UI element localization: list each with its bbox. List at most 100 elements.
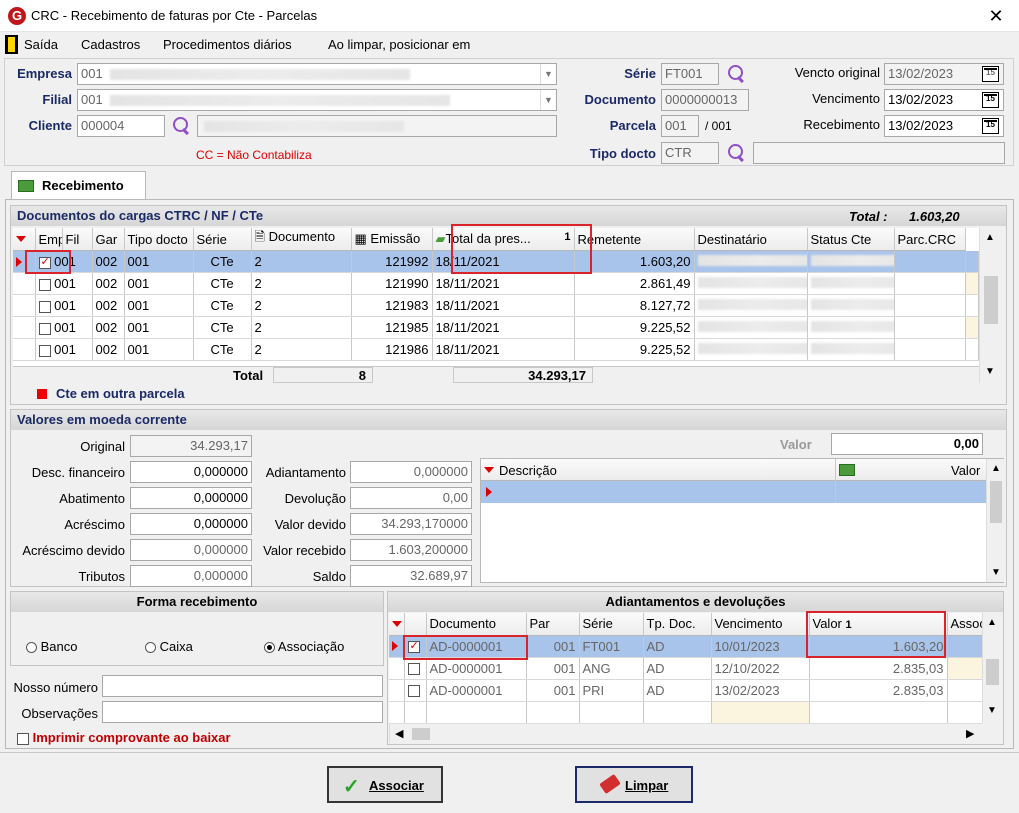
documento-input[interactable]: 0000000013 [661, 89, 749, 111]
calendar-icon[interactable]: 15 [982, 118, 999, 134]
cell-par: 001 [526, 657, 580, 680]
cell-parc [965, 338, 979, 361]
search-icon[interactable] [170, 115, 192, 137]
col-gar[interactable]: Gar [92, 228, 125, 251]
row-check-cell[interactable]: 001 [35, 294, 93, 317]
empresa-select[interactable]: 001 ▼ [77, 63, 557, 85]
menu-cadastros[interactable]: Cadastros [81, 37, 140, 52]
descricao-selected-row[interactable] [481, 481, 986, 503]
col-documento[interactable]: Documento [426, 613, 527, 636]
vencto-original-input[interactable]: 13/02/2023 15 [884, 63, 1004, 85]
docs-scrollbar[interactable]: ▲ ▼ [979, 228, 1001, 383]
docs-total-label: Total : [849, 209, 888, 224]
valor-input[interactable]: 0,00 [831, 433, 983, 455]
col-serie[interactable]: Série [193, 228, 252, 251]
row-checkbox[interactable] [407, 663, 420, 676]
row-check-cell[interactable]: 001 [35, 316, 93, 339]
col-emissao[interactable]: ▦ Emissão [351, 228, 433, 251]
row-checkbox[interactable] [407, 685, 420, 698]
money-icon [18, 180, 34, 192]
menu-saida[interactable]: Saída [24, 37, 58, 52]
row-check-cell[interactable] [404, 679, 427, 702]
radio-caixa[interactable]: Caixa [145, 639, 193, 654]
tab-recebimento[interactable]: Recebimento [11, 171, 146, 200]
chevron-down-icon[interactable]: ▼ [985, 366, 995, 377]
limpar-button[interactable]: Limpar [575, 766, 693, 803]
cliente-input[interactable]: 000004 [77, 115, 165, 137]
radio-associacao[interactable]: Associação [264, 639, 344, 654]
col-valor[interactable]: Valor [951, 463, 980, 478]
row-checkbox[interactable] [38, 278, 51, 291]
nosso-numero-input[interactable] [102, 675, 383, 697]
adiant-vscrollbar[interactable]: ▲ ▼ [982, 613, 1002, 723]
row-check-cell[interactable] [404, 657, 427, 680]
scroll-thumb[interactable] [412, 728, 430, 740]
search-icon[interactable] [725, 142, 747, 164]
chevron-left-icon[interactable]: ◀ [395, 727, 403, 740]
col-descricao[interactable]: Descrição [499, 463, 557, 478]
desc-input[interactable]: 0,000000 [130, 461, 252, 483]
table-row[interactable]: AD-0000001 001 ANG AD 12/10/2022 2.835,0… [389, 657, 982, 680]
col-remetente[interactable]: Remetente [574, 228, 695, 251]
recebimento-input[interactable]: 13/02/2023 15 [884, 115, 1004, 137]
table-row[interactable]: 001 002 001 CTe 2 121986 18/11/2021 9.22… [13, 338, 979, 361]
col-vencimento[interactable]: Vencimento [711, 613, 810, 636]
col-par[interactable]: Par [526, 613, 580, 636]
radio-circle[interactable] [264, 642, 275, 654]
filial-select[interactable]: 001 ▼ [77, 89, 557, 111]
radio-circle[interactable] [145, 642, 156, 654]
row-checkbox[interactable] [38, 300, 51, 313]
chevron-up-icon[interactable]: ▲ [991, 463, 1001, 474]
table-row[interactable]: 001 002 001 CTe 2 121985 18/11/2021 9.22… [13, 316, 979, 339]
search-icon[interactable] [725, 63, 747, 85]
menu-procedimentos[interactable]: Procedimentos diários [163, 37, 292, 52]
chevron-up-icon[interactable]: ▲ [985, 232, 995, 243]
table-row[interactable]: 001 002 001 CTe 2 121990 18/11/2021 2.86… [13, 272, 979, 295]
parcela-input[interactable]: 001 [661, 115, 699, 137]
chevron-down-icon[interactable]: ▼ [540, 64, 556, 84]
checkbox-box[interactable] [17, 732, 29, 745]
cell-status [894, 250, 966, 273]
abat-input[interactable]: 0,000000 [130, 487, 252, 509]
cell-valor: 2.835,03 [809, 679, 948, 702]
col-parc-crc[interactable]: Parc.CRC [894, 228, 966, 251]
menu-ao-limpar[interactable]: Ao limpar, posicionar em [328, 37, 470, 52]
descricao-scrollbar[interactable]: ▲ ▼ [986, 459, 1004, 582]
radio-banco[interactable]: Banco [26, 639, 78, 654]
col-serie[interactable]: Série [579, 613, 644, 636]
calendar-icon[interactable]: 15 [982, 92, 999, 108]
imprimir-checkbox[interactable]: Imprimir comprovante ao baixar [17, 730, 231, 745]
scroll-thumb[interactable] [990, 481, 1002, 523]
tipo-docto-input[interactable]: CTR [661, 142, 719, 164]
col-documento[interactable]: 🗎 Documento [251, 228, 352, 251]
chevron-up-icon[interactable]: ▲ [987, 617, 997, 628]
acresc-input[interactable]: 0,000000 [130, 513, 252, 535]
scroll-thumb[interactable] [986, 659, 999, 685]
radio-circle[interactable] [26, 642, 37, 654]
observacoes-input[interactable] [102, 701, 383, 723]
adiant-hscrollbar[interactable]: ◀ ▶ [389, 723, 982, 743]
col-emp[interactable]: Emp [35, 228, 63, 251]
scroll-thumb[interactable] [984, 276, 998, 324]
chevron-right-icon[interactable]: ▶ [966, 727, 974, 740]
vencimento-input[interactable]: 13/02/2023 15 [884, 89, 1004, 111]
col-status-cte[interactable]: Status Cte [807, 228, 895, 251]
chevron-down-icon[interactable]: ▼ [540, 90, 556, 110]
table-row[interactable]: 001 002 001 CTe 2 121983 18/11/2021 8.12… [13, 294, 979, 317]
col-fil[interactable]: Fil [62, 228, 93, 251]
row-checkbox[interactable] [38, 344, 51, 357]
col-tp-doc[interactable]: Tp. Doc. [643, 613, 712, 636]
associar-button[interactable]: ✓ Associar [327, 766, 443, 803]
col-assoc[interactable]: Assoc [947, 613, 982, 636]
close-button[interactable]: ✕ [984, 4, 1008, 28]
row-check-cell[interactable]: 001 [35, 338, 93, 361]
col-tipo-docto[interactable]: Tipo docto [124, 228, 194, 251]
chevron-down-icon[interactable]: ▼ [991, 567, 1001, 578]
col-destinatario[interactable]: Destinatário [694, 228, 808, 251]
table-row[interactable]: AD-0000001 001 PRI AD 13/02/2023 2.835,0… [389, 679, 982, 702]
row-check-cell[interactable]: 001 [35, 272, 93, 295]
calendar-icon[interactable]: 15 [982, 66, 999, 82]
serie-input[interactable]: FT001 [661, 63, 719, 85]
chevron-down-icon[interactable]: ▼ [987, 705, 997, 716]
row-checkbox[interactable] [38, 322, 51, 335]
